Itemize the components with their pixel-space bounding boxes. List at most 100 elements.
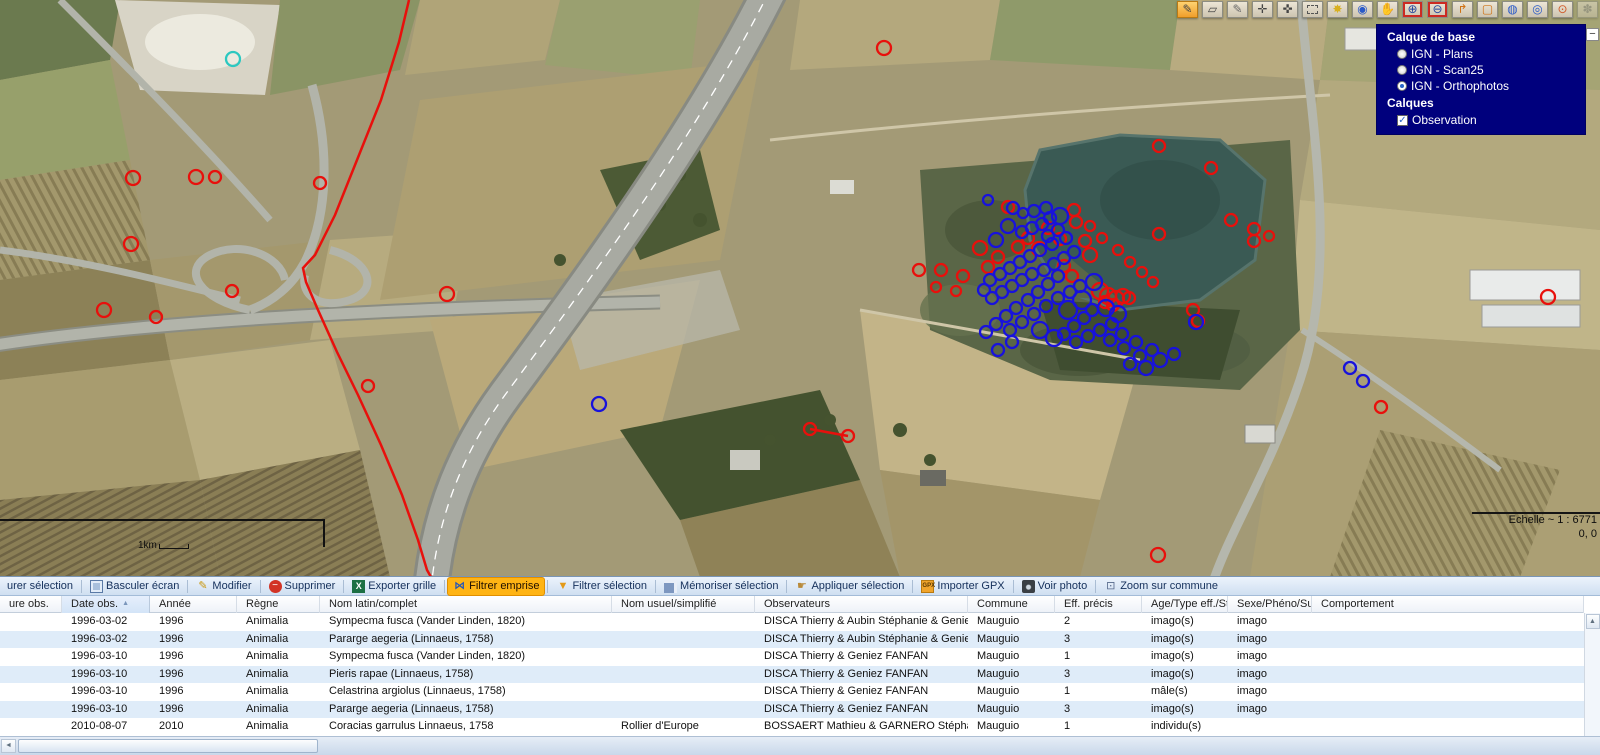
vertical-scrollbar[interactable]: ▲ xyxy=(1584,613,1600,736)
button-label: Zoom sur commune xyxy=(1120,580,1218,592)
table-cell: Sympecma fusca (Vander Linden, 1820) xyxy=(320,648,612,666)
apply-selection-button[interactable]: Appliquer sélection xyxy=(790,578,909,595)
radio-icon[interactable] xyxy=(1397,49,1407,59)
column-header-3[interactable]: Règne xyxy=(237,596,320,613)
column-header-9[interactable]: Age/Type eff./St... xyxy=(1142,596,1228,613)
table-cell xyxy=(1312,613,1584,631)
horizontal-scrollbar[interactable]: ◄ xyxy=(0,736,1600,755)
table-cell: Mauguio xyxy=(968,666,1055,684)
globe-search-icon[interactable]: ◎ xyxy=(1527,1,1548,18)
view-photo-button[interactable]: Voir photo xyxy=(1017,578,1093,595)
sort-asc-icon: ▲ xyxy=(122,600,129,607)
column-header-5[interactable]: Nom usuel/simplifié xyxy=(612,596,755,613)
overlay-option-0[interactable]: ✓ Observation xyxy=(1387,112,1579,128)
column-header-6[interactable]: Observateurs xyxy=(755,596,968,613)
table-row[interactable]: 1996-03-101996AnimaliaCelastrina argiolu… xyxy=(0,683,1584,701)
table-cell xyxy=(1312,666,1584,684)
column-header-0[interactable]: ure obs. xyxy=(0,596,62,613)
table-cell xyxy=(1312,648,1584,666)
table-cell: DISCA Thierry & Aubin Stéphanie & Geniez… xyxy=(755,613,968,631)
table-cell: imago xyxy=(1228,666,1312,684)
column-label: Commune xyxy=(977,598,1028,610)
table-cell: Mauguio xyxy=(968,631,1055,649)
scale-readout: Echelle ~ 1 : 6771 xyxy=(1509,514,1597,526)
radio-icon[interactable] xyxy=(1397,81,1407,91)
table-row[interactable]: 2010-08-072010AnimaliaCoracias garrulus … xyxy=(0,718,1584,736)
zoom-in-icon[interactable]: ⊕ xyxy=(1402,1,1423,18)
table-row[interactable]: 1996-03-101996AnimaliaSympecma fusca (Va… xyxy=(0,648,1584,666)
memorize-selection-button[interactable]: Mémoriser sélection xyxy=(659,578,783,595)
table-row[interactable]: 1996-03-101996AnimaliaPieris rapae (Linn… xyxy=(0,666,1584,684)
draw-modify-icon[interactable]: ✎ xyxy=(1227,1,1248,18)
column-header-8[interactable]: Eff. précis xyxy=(1055,596,1142,613)
delete-button[interactable]: Supprimer xyxy=(264,578,341,595)
base-layer-option-2[interactable]: IGN - Orthophotos xyxy=(1387,78,1579,94)
feature-search-icon[interactable]: ⊙ xyxy=(1552,1,1573,18)
grid-body: 1996-03-021996AnimaliaSympecma fusca (Va… xyxy=(0,613,1600,736)
horizontal-scroll-thumb[interactable] xyxy=(18,739,318,753)
map-canvas[interactable]: ✎▱✎✛✜✸◉✋⊕⊖↱▢◍◎⊙✽ Calque de base IGN - Pl… xyxy=(0,0,1600,577)
toggle-screen-button[interactable]: Basculer écran xyxy=(85,578,184,595)
table-cell: imago xyxy=(1228,701,1312,719)
filter-extent-button[interactable]: Filtrer emprise xyxy=(448,578,544,595)
measure-selection-button[interactable]: urer sélection xyxy=(2,578,78,595)
draw-polygon-icon[interactable]: ▱ xyxy=(1202,1,1223,18)
table-cell: Mauguio xyxy=(968,648,1055,666)
measure-area-icon[interactable]: ▢ xyxy=(1477,1,1498,18)
table-row[interactable]: 1996-03-021996AnimaliaPararge aegeria (L… xyxy=(0,631,1584,649)
move-vertex-icon[interactable]: ✛ xyxy=(1252,1,1273,18)
edit-button[interactable]: Modifier xyxy=(191,578,256,595)
column-header-2[interactable]: Année xyxy=(150,596,237,613)
table-cell: imago(s) xyxy=(1142,613,1228,631)
base-layer-option-0[interactable]: IGN - Plans xyxy=(1387,46,1579,62)
crosshair-globe-icon[interactable]: ◉ xyxy=(1352,1,1373,18)
globe-layers-icon[interactable]: ◍ xyxy=(1502,1,1523,18)
filter-selection-button[interactable]: Filtrer sélection xyxy=(551,578,652,595)
column-header-1[interactable]: Date obs.▲ xyxy=(62,596,150,613)
table-cell xyxy=(612,631,755,649)
base-layer-option-1[interactable]: IGN - Scan25 xyxy=(1387,62,1579,78)
tools-icon[interactable]: ✽ xyxy=(1577,1,1598,18)
table-cell: 3 xyxy=(1055,666,1142,684)
measure-path-icon[interactable]: ↱ xyxy=(1452,1,1473,18)
column-label: Nom usuel/simplifié xyxy=(621,598,716,610)
scalebar: 1km xyxy=(138,540,189,551)
column-header-11[interactable]: Comportement xyxy=(1312,596,1584,613)
layer-panel: Calque de base IGN - PlansIGN - Scan25IG… xyxy=(1377,25,1585,134)
zoom-commune-button[interactable]: Zoom sur commune xyxy=(1099,578,1223,595)
collapse-panel-button[interactable]: − xyxy=(1586,28,1599,41)
scroll-up-icon[interactable]: ▲ xyxy=(1586,614,1600,629)
draw-point-icon[interactable]: ✎ xyxy=(1177,1,1198,18)
table-cell xyxy=(1228,718,1312,736)
column-header-4[interactable]: Nom latin/complet xyxy=(320,596,612,613)
overlay-label: Observation xyxy=(1412,113,1477,127)
table-cell: imago(s) xyxy=(1142,648,1228,666)
table-cell: 1996 xyxy=(150,666,237,684)
funnel-icon xyxy=(556,580,569,593)
table-cell xyxy=(612,701,755,719)
column-header-10[interactable]: Sexe/Phéno/Su... xyxy=(1228,596,1312,613)
button-label: urer sélection xyxy=(7,580,73,592)
scroll-left-icon[interactable]: ◄ xyxy=(1,739,16,753)
import-gpx-button[interactable]: Importer GPX xyxy=(916,578,1009,595)
table-cell: 1996-03-10 xyxy=(62,683,150,701)
radio-icon[interactable] xyxy=(1397,65,1407,75)
export-grid-button[interactable]: Exporter grille xyxy=(347,578,441,595)
zoom-out-icon[interactable]: ⊖ xyxy=(1427,1,1448,18)
extent-icon xyxy=(453,580,466,593)
table-cell: imago xyxy=(1228,648,1312,666)
brightness-icon[interactable]: ✸ xyxy=(1327,1,1348,18)
pan-arrows-icon[interactable]: ✜ xyxy=(1277,1,1298,18)
delete-icon xyxy=(269,580,282,593)
select-box-icon[interactable] xyxy=(1302,1,1323,18)
table-cell: 1996 xyxy=(150,648,237,666)
table-cell: 1996 xyxy=(150,631,237,649)
toolbar-separator xyxy=(81,580,82,593)
table-row[interactable]: 1996-03-101996AnimaliaPararge aegeria (L… xyxy=(0,701,1584,719)
column-header-7[interactable]: Commune xyxy=(968,596,1055,613)
column-label: Nom latin/complet xyxy=(329,598,417,610)
table-row[interactable]: 1996-03-021996AnimaliaSympecma fusca (Va… xyxy=(0,613,1584,631)
checkbox-icon[interactable]: ✓ xyxy=(1397,115,1408,126)
pan-hand-icon[interactable]: ✋ xyxy=(1377,1,1398,18)
button-label: Supprimer xyxy=(285,580,336,592)
